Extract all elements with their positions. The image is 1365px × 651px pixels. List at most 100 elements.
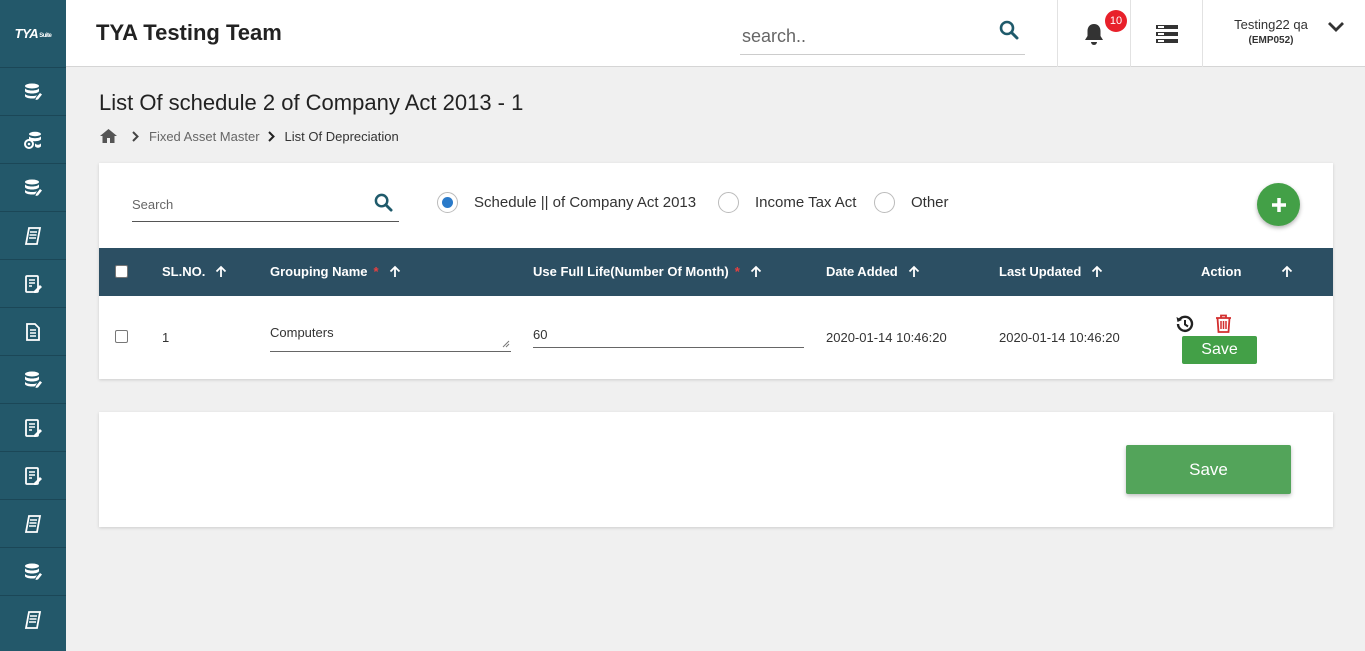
sidebar-item-9[interactable] — [0, 451, 66, 499]
user-code: (EMP052) — [1248, 35, 1294, 46]
database-icon — [25, 371, 42, 388]
required-mark: * — [373, 264, 379, 279]
ledger-icon — [24, 610, 42, 629]
search-icon[interactable] — [374, 193, 393, 212]
gear-database-icon — [24, 131, 41, 149]
radio-button[interactable] — [718, 192, 739, 213]
delete-icon[interactable] — [1215, 314, 1232, 333]
sidebar: TYA Suite — [0, 0, 66, 651]
column-useful-life[interactable]: Use Full Life(Number Of Month) * — [533, 264, 762, 279]
column-label: Action — [1201, 264, 1242, 279]
sidebar-item-6[interactable] — [0, 307, 66, 355]
document-icon — [26, 322, 40, 341]
column-label: Grouping Name — [270, 264, 368, 279]
resize-grip-icon[interactable] — [502, 340, 510, 348]
sidebar-item-12[interactable] — [0, 595, 66, 643]
breadcrumb-current: List Of Depreciation — [284, 128, 399, 144]
sort-arrow-icon[interactable] — [750, 265, 762, 278]
breadcrumb-separator-icon — [267, 130, 275, 142]
sidebar-item-3[interactable] — [0, 163, 66, 211]
radio-income-tax-act[interactable]: Income Tax Act — [718, 192, 856, 213]
chevron-down-icon[interactable] — [1327, 20, 1345, 34]
table-row: 1 Computers 60 2020-01-14 10:46:20 2020-… — [99, 296, 1333, 379]
row-sl-no: 1 — [162, 330, 170, 345]
menu-button[interactable] — [1130, 0, 1202, 67]
global-search — [740, 16, 1025, 55]
logo-text: TYA — [14, 26, 39, 41]
search-icon[interactable] — [999, 20, 1019, 40]
column-date-added[interactable]: Date Added — [826, 264, 920, 279]
row-date-added: 2020-01-14 10:46:20 — [826, 330, 947, 345]
required-mark: * — [734, 264, 740, 279]
sort-arrow-icon[interactable] — [389, 265, 401, 278]
save-button[interactable]: Save — [1126, 445, 1291, 494]
add-button[interactable] — [1257, 183, 1300, 226]
grouping-name-textarea[interactable]: Computers — [270, 324, 511, 352]
sort-arrow-icon[interactable] — [908, 265, 920, 278]
ledger-icon — [24, 514, 42, 533]
column-action: Action — [1201, 264, 1293, 279]
row-checkbox[interactable] — [115, 330, 128, 343]
useful-life-input[interactable]: 60 — [533, 327, 804, 348]
sidebar-item-5[interactable] — [0, 259, 66, 307]
radio-button-selected[interactable] — [437, 192, 458, 213]
brand-logo[interactable]: TYA Suite — [0, 0, 66, 67]
history-icon[interactable] — [1175, 314, 1195, 334]
column-last-updated[interactable]: Last Updated — [999, 264, 1103, 279]
radio-label: Schedule || of Company Act 2013 — [474, 194, 697, 211]
plus-icon — [1271, 197, 1286, 212]
top-header: TYA Testing Team 10 Testing22 qa (EMP052… — [66, 0, 1365, 67]
global-search-input[interactable] — [742, 26, 982, 47]
column-label: Last Updated — [999, 264, 1082, 279]
radio-other[interactable]: Other — [874, 192, 949, 213]
table-search-input[interactable] — [132, 197, 362, 212]
column-label: SL.NO. — [162, 264, 206, 279]
radio-button[interactable] — [874, 192, 895, 213]
sidebar-item-8[interactable] — [0, 403, 66, 451]
database-icon — [25, 179, 42, 196]
page-title: List Of schedule 2 of Company Act 2013 -… — [99, 90, 524, 115]
radio-label: Other — [911, 194, 949, 211]
table-header: SL.NO. Grouping Name * Use Full Life(Num… — [99, 248, 1333, 296]
edit-document-icon — [25, 418, 42, 437]
server-menu-icon — [1155, 24, 1178, 43]
select-all-checkbox[interactable] — [115, 265, 128, 278]
sort-arrow-icon[interactable] — [1281, 265, 1293, 278]
breadcrumb-separator-icon — [132, 130, 139, 142]
column-grouping-name[interactable]: Grouping Name * — [270, 264, 401, 279]
sidebar-item-7[interactable] — [0, 355, 66, 403]
useful-life-value: 60 — [533, 327, 548, 342]
radio-label: Income Tax Act — [755, 194, 857, 211]
home-icon[interactable] — [99, 128, 118, 144]
database-icon — [25, 563, 42, 580]
radio-schedule-companies-act[interactable]: Schedule || of Company Act 2013 — [437, 192, 696, 213]
notifications-button[interactable]: 10 — [1057, 0, 1130, 67]
edit-document-icon — [25, 274, 42, 293]
logo-sub-text: Suite — [39, 32, 52, 39]
column-sl-no[interactable]: SL.NO. — [162, 264, 227, 279]
team-title: TYA Testing Team — [96, 20, 282, 45]
sidebar-item-1[interactable] — [0, 67, 66, 115]
notification-badge: 10 — [1105, 10, 1127, 32]
database-icon — [25, 83, 42, 100]
table-search — [132, 189, 399, 222]
row-save-button[interactable]: Save — [1182, 336, 1257, 364]
grouping-name-value: Computers — [270, 325, 334, 340]
sidebar-item-10[interactable] — [0, 499, 66, 547]
sidebar-item-4[interactable] — [0, 211, 66, 259]
sort-arrow-icon[interactable] — [1091, 265, 1103, 278]
ledger-icon — [24, 226, 42, 245]
edit-document-icon — [25, 466, 42, 485]
sort-arrow-icon[interactable] — [215, 265, 227, 278]
row-last-updated: 2020-01-14 10:46:20 — [999, 330, 1120, 345]
depreciation-list-card: Schedule || of Company Act 2013 Income T… — [99, 163, 1333, 379]
breadcrumb: Fixed Asset Master List Of Depreciation — [99, 128, 399, 144]
sidebar-item-2[interactable] — [0, 115, 66, 163]
column-label: Use Full Life(Number Of Month) — [533, 264, 729, 279]
column-label: Date Added — [826, 264, 898, 279]
bell-icon — [1085, 23, 1103, 45]
breadcrumb-fixed-asset-master[interactable]: Fixed Asset Master — [149, 129, 260, 144]
footer-card: Save — [99, 412, 1333, 527]
sidebar-item-11[interactable] — [0, 547, 66, 595]
user-menu[interactable]: Testing22 qa (EMP052) — [1202, 0, 1365, 67]
